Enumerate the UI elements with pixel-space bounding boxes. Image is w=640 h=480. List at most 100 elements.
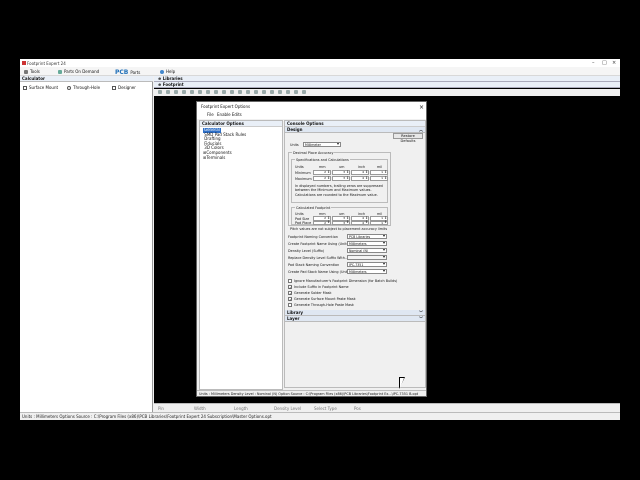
pitch-note: Pitch values are not subject to placemen… — [290, 227, 388, 231]
units-select[interactable]: Millimeter — [303, 142, 341, 147]
menu-tools[interactable]: Tools — [24, 69, 40, 74]
help-icon — [160, 69, 164, 74]
options-tree: General SMD Pad Stack Rules Drafting Fid… — [200, 127, 282, 160]
density-suffix-select[interactable] — [347, 255, 387, 260]
window-title: Footprint Expert 24 — [27, 61, 66, 66]
solder-mask-label: Generate Solder Mask — [294, 291, 332, 295]
spec-max-um[interactable]: 3 — [332, 176, 350, 181]
spec-calc-title: Specifications and Calculations — [295, 157, 350, 162]
footprint-name-units-select[interactable]: Millimeters — [347, 241, 387, 246]
tool-icon[interactable] — [254, 90, 258, 94]
spec-max-inch[interactable]: 4 — [351, 176, 369, 181]
tab-surface-mount[interactable]: Surface Mount — [23, 85, 58, 90]
smd-paste-mask-checkbox[interactable] — [288, 297, 292, 301]
tool-icon[interactable] — [166, 90, 170, 94]
length-label: Length — [234, 406, 248, 411]
calculator-options-panel: Calculator Options General SMD Pad Stack… — [199, 120, 283, 390]
tab-through-hole[interactable]: Through-Hole — [67, 85, 100, 90]
main-menu: Tools Parts On Demand PCB Parts Help — [20, 67, 620, 76]
row-pad-place: Pad Place — [295, 221, 312, 225]
tool-icon[interactable] — [238, 90, 242, 94]
spec-min-mil[interactable]: 1 — [370, 170, 388, 175]
menu-parts-on-demand[interactable]: Parts On Demand — [58, 69, 99, 74]
tool-icon[interactable] — [222, 90, 226, 94]
tool-icon[interactable] — [198, 90, 202, 94]
menu-enable-edits[interactable]: Enable Edits — [217, 111, 242, 119]
density-level-label: Density Level — [274, 406, 302, 411]
status-bar: Units : Millimeters Options Source : C:\… — [20, 412, 620, 420]
tool-icon[interactable] — [294, 90, 298, 94]
col-inch: inch — [358, 165, 366, 169]
tool-icon[interactable] — [206, 90, 210, 94]
col-units: Units — [295, 165, 304, 169]
tool-icon[interactable] — [270, 90, 274, 94]
solder-mask-checkbox[interactable] — [288, 291, 292, 295]
tab-designer[interactable]: Designer — [112, 85, 136, 90]
include-suffix-checkbox[interactable] — [288, 285, 292, 289]
tool-icon[interactable] — [158, 90, 162, 94]
pad-stack-naming-select[interactable]: IPC-7351 — [347, 262, 387, 267]
col-mm: mm — [319, 165, 326, 169]
density-level-select[interactable]: Nominal (N) — [347, 248, 387, 253]
ignore-manufacturer-checkbox[interactable] — [288, 279, 292, 283]
spec-calc-group: Specifications and Calculations Units mm… — [291, 157, 388, 203]
row-pad-size: Pad Size — [295, 216, 310, 221]
parts-on-demand-icon — [58, 69, 62, 74]
tool-icon[interactable] — [190, 90, 194, 94]
footprint-toolbar — [154, 89, 620, 96]
title-bar: Footprint Expert 24 – □ × — [20, 59, 620, 67]
tool-icon[interactable] — [262, 90, 266, 94]
tool-icon[interactable] — [286, 90, 290, 94]
through-hole-icon — [67, 85, 71, 90]
fp-place-mm[interactable]: 2 — [313, 220, 331, 225]
tool-icon[interactable] — [174, 90, 178, 94]
tool-icon[interactable] — [230, 90, 234, 94]
surface-mount-icon — [23, 85, 27, 90]
chevron-down-icon: ﹀ — [419, 316, 423, 321]
minimize-icon[interactable]: – — [592, 60, 595, 66]
tool-icon[interactable] — [278, 90, 282, 94]
menu-pcb-parts[interactable]: PCB Parts — [115, 69, 140, 76]
fp-place-um[interactable]: 3 — [332, 220, 350, 225]
footprint-info-strip: Pin Width Length Density Level Select Ty… — [154, 403, 620, 412]
tool-icon[interactable] — [246, 90, 250, 94]
smd-paste-mask-label: Generate Surface Mount Paste Mask — [294, 297, 356, 301]
tool-icon[interactable] — [214, 90, 218, 94]
spec-min-inch[interactable]: 4 — [351, 170, 369, 175]
fp-place-inch[interactable]: 4 — [351, 220, 369, 225]
close-icon[interactable]: × — [612, 60, 616, 66]
tool-icon[interactable] — [302, 90, 306, 94]
maximize-icon[interactable]: □ — [602, 60, 607, 66]
decimal-place-group: Decimal Place Accuracy Specifications an… — [288, 150, 391, 226]
menu-help[interactable]: Help — [160, 69, 175, 74]
restore-defaults-button[interactable]: Restore Defaults — [393, 133, 423, 143]
spec-max-mm[interactable]: 2 — [313, 176, 331, 181]
fp-col-units: Units — [295, 212, 304, 216]
setting-label-2: Density Level (Suffix) — [288, 249, 325, 253]
rounding-note: Calculations are rounded to the Maximum … — [295, 193, 378, 197]
spec-min-um[interactable]: 3 — [332, 170, 350, 175]
trailing-zeros-note: In displayed numbers, trailing zeros are… — [295, 184, 383, 192]
layer-section-header[interactable]: Layer ﹀ — [285, 316, 425, 322]
spec-max-mil[interactable]: 1 — [370, 176, 388, 181]
calculated-footprint-title: Calculated Footprint — [295, 205, 332, 210]
mouse-cursor-fill — [400, 378, 404, 388]
tree-item-terminals[interactable]: ⊞Terminals — [203, 155, 282, 161]
fp-place-mil[interactable]: 1 — [370, 220, 388, 225]
menu-file[interactable]: File — [207, 111, 214, 119]
options-dialog: Footprint Expert Options × File Enable E… — [196, 101, 427, 397]
pad-stack-units-select[interactable]: Millimeters — [347, 269, 387, 274]
setting-label-4: Pad Stack Naming Convention — [288, 263, 340, 267]
pin-label: Pin — [158, 406, 164, 411]
footprint-naming-select[interactable]: PCB Libraries — [347, 234, 387, 239]
tab-footprint[interactable]: ⊕ Footprint — [154, 82, 620, 88]
select-type-label: Select Type — [314, 406, 337, 411]
tool-icon[interactable] — [182, 90, 186, 94]
calculator-title: Calculator — [20, 76, 153, 82]
th-paste-mask-checkbox[interactable] — [288, 303, 292, 307]
width-label: Width — [194, 406, 206, 411]
calculator-tabs: Surface Mount Through-Hole Designer — [20, 83, 153, 91]
setting-label-0: Footprint Naming Convention — [288, 235, 338, 239]
spec-min-mm[interactable]: 2 — [313, 170, 331, 175]
tools-icon — [24, 69, 28, 74]
